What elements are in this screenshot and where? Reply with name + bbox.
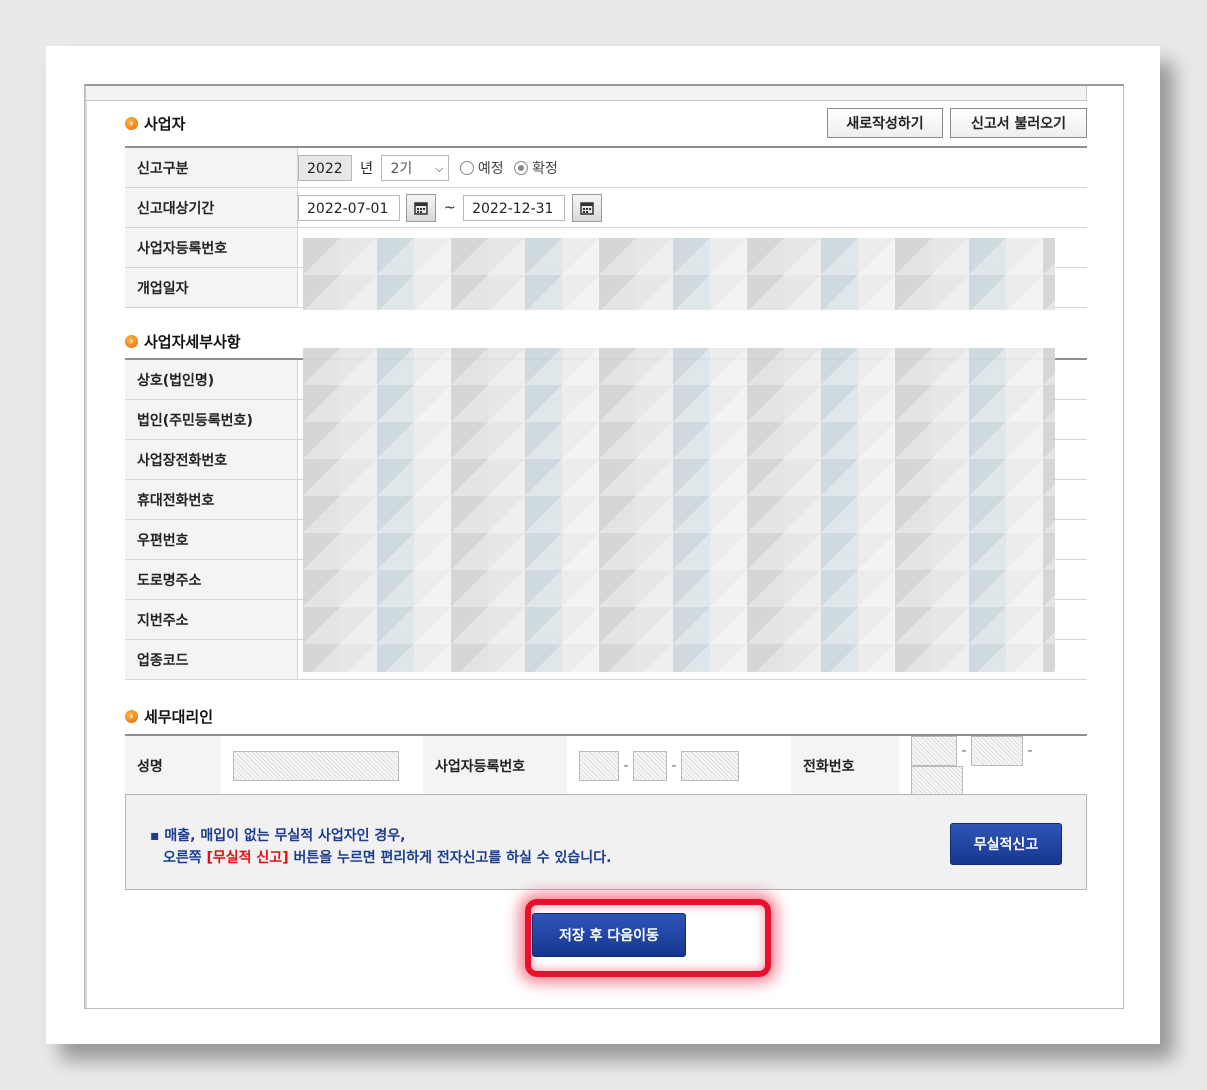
bullet-icon: › [125, 117, 138, 130]
top-scroll-area [85, 86, 1087, 101]
table-row: 신고대상기간 2022-07-01 ~ 2022-12-31 [125, 187, 1087, 228]
calendar-icon[interactable] [406, 193, 437, 222]
table-row: 성명 사업자등록번호 - - 전화번호 - - [125, 734, 1087, 797]
agent-reg-no-input-1[interactable] [579, 751, 619, 781]
bullet-icon: › [125, 710, 138, 723]
dash-text: - [1027, 743, 1033, 759]
agent-phone-input-1[interactable] [911, 736, 957, 766]
section-title-agent: › 세무대리인 [125, 706, 213, 727]
notice-line-2-pre: 오른쪽 [163, 850, 207, 866]
term-select[interactable]: 2기 ⌵ [381, 154, 450, 181]
agent-reg-no-label: 사업자등록번호 [423, 734, 567, 797]
section-title-text: 세무대리인 [144, 708, 214, 726]
radio-confirmed-label: 확정 [532, 160, 558, 177]
detail-label: 업종코드 [125, 639, 298, 680]
bullet-icon: › [125, 335, 138, 348]
radio-circle-selected-icon [514, 160, 529, 175]
no-record-report-button[interactable]: 무실적신고 [950, 823, 1062, 865]
reg-no-label: 사업자등록번호 [125, 227, 298, 268]
notice-line-2: 오른쪽 [무실적 신고] 버튼을 누르면 편리하게 전자신고를 하실 수 있습니… [163, 847, 611, 867]
period-to-input[interactable]: 2022-12-31 [463, 194, 566, 221]
notice-line-1: ▪ 매출, 매입이 없는 무실적 사업자인 경우, [150, 828, 406, 844]
period-label: 신고대상기간 [125, 187, 298, 228]
new-report-button[interactable]: 새로작성하기 [827, 108, 943, 138]
chevron-down-icon: ⌵ [435, 161, 444, 175]
radio-planned-label: 예정 [477, 160, 504, 177]
notice-highlight-text: [무실적 신고] [206, 850, 289, 866]
agent-name-label: 성명 [125, 734, 221, 797]
screenshot-frame: › 사업자 새로작성하기 신고서 불러오기 신고구분 2022 년 2기 ⌵ 예정… [46, 46, 1160, 1044]
section-title-text: 사업자 [144, 115, 186, 133]
year-input[interactable]: 2022 [298, 154, 352, 181]
detail-label: 사업장전화번호 [125, 439, 298, 480]
form-panel: › 사업자 새로작성하기 신고서 불러오기 신고구분 2022 년 2기 ⌵ 예정… [84, 84, 1124, 1009]
no-record-notice: ▪ 매출, 매입이 없는 무실적 사업자인 경우, 오른쪽 [무실적 신고] 버… [125, 794, 1087, 890]
year-unit: 년 [360, 160, 373, 177]
agent-reg-no-input-3[interactable] [680, 751, 739, 781]
report-type-label: 신고구분 [125, 146, 298, 188]
agent-phone-input-2[interactable] [970, 736, 1023, 766]
redacted-business-info [303, 238, 1055, 310]
section-title-detail: › 사업자세부사항 [125, 331, 241, 352]
dash-text: - [623, 758, 629, 774]
radio-confirmed[interactable]: 확정 [514, 158, 558, 178]
section-title-text: 사업자세부사항 [144, 333, 241, 351]
agent-name-input[interactable] [233, 751, 399, 781]
notice-line-2-post: 버튼을 누르면 편리하게 전자신고를 하실 수 있습니다. [288, 850, 612, 866]
detail-label: 우편번호 [125, 519, 298, 560]
section-title-business: › 사업자 [125, 113, 185, 134]
agent-reg-no-input-2[interactable] [632, 751, 667, 781]
radio-circle-icon [459, 160, 474, 175]
detail-label: 지번주소 [125, 599, 298, 640]
term-select-value: 2기 [390, 160, 413, 177]
dash-text: - [961, 743, 967, 759]
load-report-button[interactable]: 신고서 불러오기 [950, 108, 1087, 138]
calendar-icon[interactable] [571, 193, 602, 222]
detail-label: 법인(주민등록번호) [125, 399, 298, 440]
save-and-next-button[interactable]: 저장 후 다음이동 [532, 913, 686, 957]
detail-label: 도로명주소 [125, 559, 298, 600]
radio-planned[interactable]: 예정 [459, 158, 504, 178]
agent-table: 성명 사업자등록번호 - - 전화번호 - - [125, 734, 1087, 797]
detail-label: 상호(법인명) [125, 358, 298, 400]
open-date-label: 개업일자 [125, 267, 298, 308]
redacted-detail-info [303, 348, 1055, 672]
dash-text: - [671, 758, 677, 774]
detail-label: 휴대전화번호 [125, 479, 298, 520]
period-from-input[interactable]: 2022-07-01 [298, 194, 400, 221]
table-row: 신고구분 2022 년 2기 ⌵ 예정 확정 [125, 146, 1087, 188]
period-separator: ~ [443, 199, 456, 216]
agent-phone-label: 전화번호 [791, 734, 899, 797]
agent-phone-input-3[interactable] [911, 766, 963, 796]
